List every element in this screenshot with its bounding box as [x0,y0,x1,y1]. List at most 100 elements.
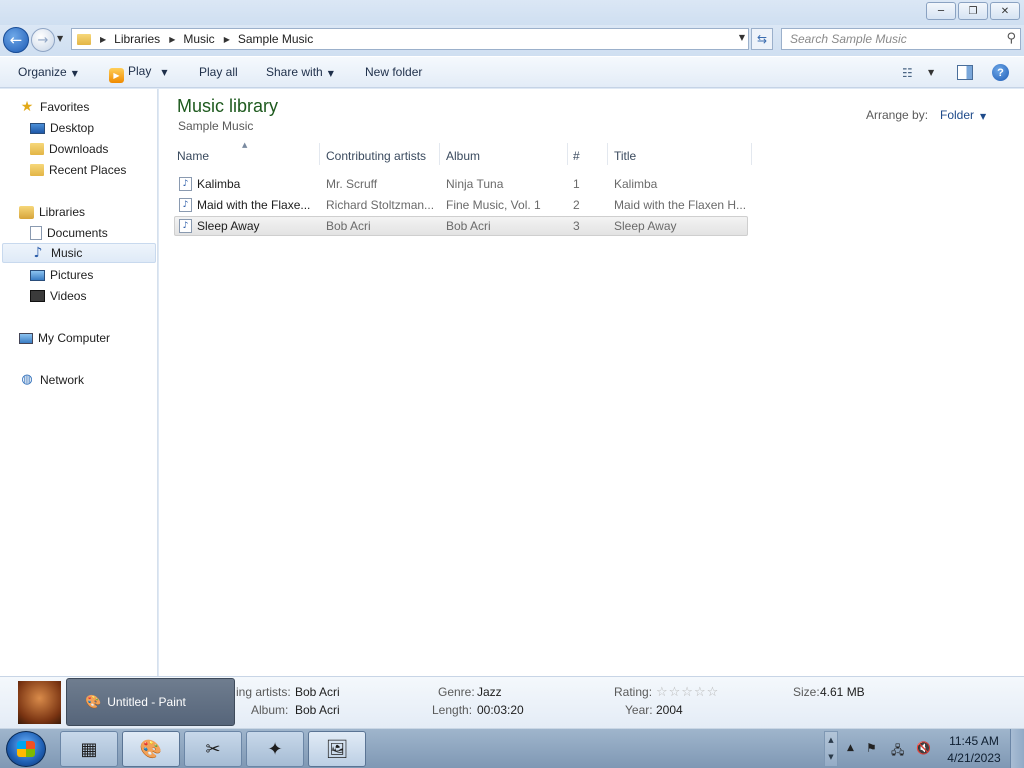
file-track-number: 3 [573,219,580,233]
taskbar-paint[interactable]: 🎨 [122,731,180,767]
share-with-label: Share with [266,65,323,79]
artists-value: Bob Acri [295,685,340,699]
refresh-button[interactable]: ⇆ [751,28,773,50]
column-divider[interactable] [751,143,752,165]
arrange-by-dropdown[interactable]: Folder ▼ [940,108,986,122]
new-folder-button[interactable]: New folder [365,65,422,79]
file-artist: Bob Acri [326,219,371,233]
preview-pane-icon[interactable] [957,65,973,80]
sidebar-item-favorites[interactable]: ★ Favorites [19,97,90,117]
address-dropdown-icon[interactable]: ▼ [739,33,745,42]
volume-muted-icon[interactable]: 🔇 [916,741,931,755]
file-row[interactable]: ♪ Maid with the Flaxe... Richard Stoltzm… [174,195,748,215]
taskbar-preview-paint[interactable]: 🎨 Untitled - Paint [66,678,235,726]
pictures-icon [30,269,45,281]
chevron-right-icon[interactable]: ▶ [169,35,175,44]
chevron-right-icon[interactable]: ▶ [224,35,230,44]
sidebar-item-network[interactable]: ◍ Network [19,370,84,390]
file-track-number: 2 [573,198,580,212]
view-dropdown-icon[interactable]: ▼ [928,68,934,77]
sidebar-item-desktop[interactable]: Desktop [30,118,94,138]
sidebar-item-label: Recent Places [49,163,127,177]
rating-stars-icon[interactable]: ☆☆☆☆☆ [656,685,719,700]
share-with-button[interactable]: Share with ▼ [266,65,334,79]
column-divider[interactable] [439,143,440,165]
show-desktop-button[interactable] [1010,729,1024,768]
forward-button[interactable]: → [31,28,55,52]
app-icon: ✦ [267,738,283,760]
play-all-button[interactable]: Play all [199,65,238,79]
album-value: Bob Acri [295,703,340,717]
file-row-selected[interactable]: ♪ Sleep Away Bob Acri Bob Acri 3 Sleep A… [174,216,748,236]
folder-icon [77,33,91,45]
file-row[interactable]: ♪ Kalimba Mr. Scruff Ninja Tuna 1 Kalimb… [174,174,748,194]
arrange-by-value: Folder [940,108,975,122]
clock-time[interactable]: 11:45 AM [944,734,1004,748]
taskbar: ▦ 🎨 ✂ ✦ 🖼 ▲ ▼ ▲ ⚑ 🖧 🔇 11:45 AM 4/21/2023 [0,728,1024,768]
sidebar-item-downloads[interactable]: Downloads [30,139,108,159]
help-icon[interactable]: ? [992,64,1009,81]
sidebar-item-libraries[interactable]: Libraries [19,202,85,222]
rating-label: Rating: [614,685,653,699]
column-divider[interactable] [319,143,320,165]
size-label: Size: [793,685,820,699]
chevron-right-icon[interactable]: ▶ [100,35,106,44]
column-header-name[interactable]: Name [177,149,209,163]
column-header-artists[interactable]: Contributing artists [326,149,426,163]
navigation-pane: ★ Favorites Desktop Downloads Recent Plac… [0,89,158,676]
address-bar[interactable]: ▶ Libraries ▶ Music ▶ Sample Music ▼ [71,28,749,50]
dropdown-arrow-icon: ▼ [161,68,168,77]
minimize-button[interactable]: ─ [926,2,956,20]
sidebar-item-label: Desktop [50,121,95,135]
search-box: ⚲ [781,28,1021,50]
breadcrumb-sample-music[interactable]: Sample Music [238,32,313,46]
network-status-icon[interactable]: 🖧 [891,741,904,762]
sidebar-item-music[interactable]: ♪ Music [2,243,156,263]
file-album: Fine Music, Vol. 1 [446,198,541,212]
breadcrumb-libraries[interactable]: Libraries [114,32,160,46]
recent-pages-dropdown[interactable]: ▼ [57,34,63,43]
sidebar-item-label: My Computer [38,331,111,345]
back-arrow-icon: ← [9,31,23,49]
network-icon: ◍ [21,372,33,387]
view-options-icon[interactable]: ☷ [902,66,913,80]
back-button[interactable]: ← [3,27,29,53]
action-center-flag-icon[interactable]: ⚑ [866,741,877,755]
clock-date[interactable]: 4/21/2023 [944,751,1004,765]
file-track-number: 1 [573,177,580,191]
play-button[interactable]: ▶ Play ▼ [109,64,168,83]
genre-value: Jazz [477,685,502,699]
desktop-icon [30,122,45,134]
column-header-album[interactable]: Album [446,149,480,163]
file-title: Maid with the Flaxen H... [614,198,746,212]
column-divider[interactable] [567,143,568,165]
taskbar-snipping-tool[interactable]: ✂ [184,731,242,767]
taskbar-calculator[interactable]: ▦ [60,731,118,767]
column-header-title[interactable]: Title [614,149,636,163]
breadcrumb-music[interactable]: Music [183,32,214,46]
close-button[interactable]: ✕ [990,2,1020,20]
audio-file-icon: ♪ [179,177,192,191]
downloads-folder-icon [30,143,44,155]
search-icon[interactable]: ⚲ [1006,31,1016,46]
taskbar-explorer[interactable]: 🖼 [308,731,366,767]
search-input[interactable] [782,32,982,46]
taskbar-app[interactable]: ✦ [246,731,304,767]
artists-label: ing artists: [236,685,291,699]
column-header-number[interactable]: # [573,149,580,163]
sidebar-item-documents[interactable]: Documents [30,223,108,243]
sidebar-item-recent-places[interactable]: Recent Places [30,160,126,180]
start-button[interactable] [6,731,46,767]
sidebar-item-pictures[interactable]: Pictures [30,265,93,285]
sidebar-item-my-computer[interactable]: My Computer [19,328,110,348]
windows-logo-icon [17,741,35,757]
album-label: Album: [251,703,289,717]
show-hidden-icons-arrow[interactable]: ▲ [847,743,854,753]
audio-file-icon: ♪ [179,219,192,233]
organize-button[interactable]: Organize ▼ [18,65,78,79]
column-divider[interactable] [607,143,608,165]
taskbar-scroll-buttons[interactable]: ▲ ▼ [824,731,838,767]
sidebar-item-videos[interactable]: Videos [30,286,86,306]
title-bar: ─ ❐ ✕ [0,0,1024,25]
restore-button[interactable]: ❐ [958,2,988,20]
